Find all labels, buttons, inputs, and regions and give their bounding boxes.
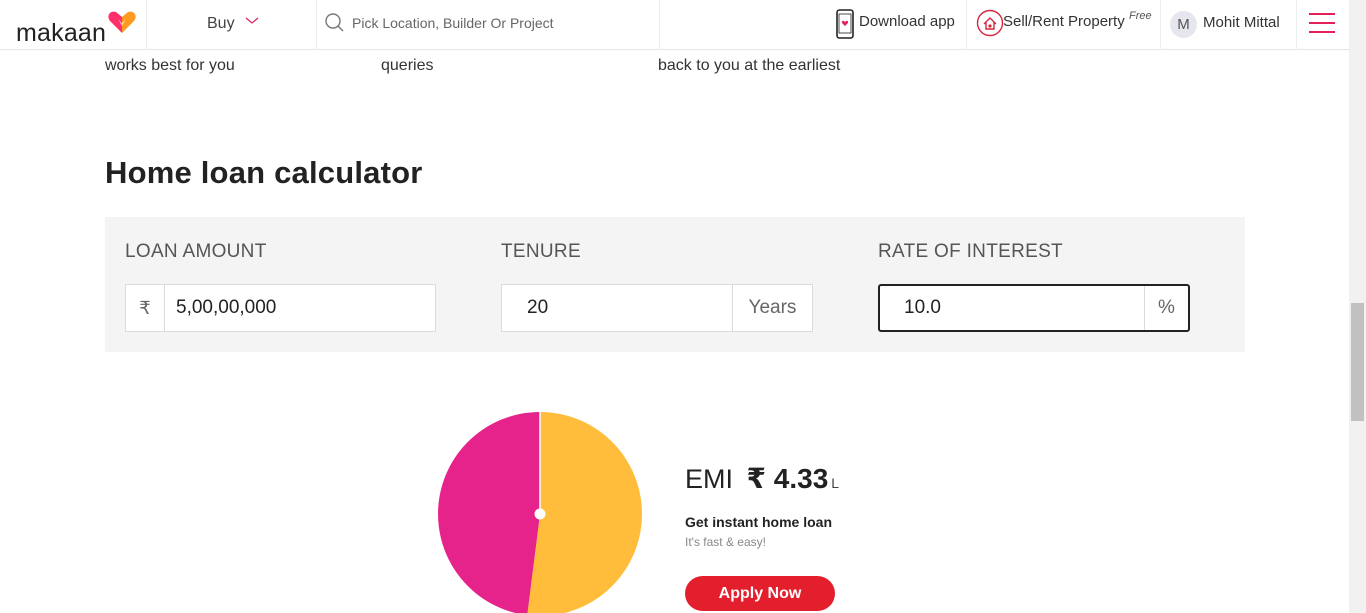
tenure-input[interactable]	[527, 293, 727, 323]
emi-unit: L	[831, 475, 840, 491]
avatar: M	[1170, 11, 1197, 38]
search-icon	[325, 13, 344, 32]
header-divider	[1160, 0, 1161, 50]
search-input[interactable]	[352, 15, 642, 31]
header-divider	[316, 0, 317, 50]
header-divider	[146, 0, 147, 50]
heart-logo-icon	[108, 11, 136, 33]
phone-icon	[836, 9, 854, 39]
pie-center-dot	[534, 508, 546, 520]
makaan-logo[interactable]: makaan	[16, 10, 140, 47]
apply-now-button[interactable]: Apply Now	[685, 576, 835, 611]
buy-dropdown[interactable]: Buy	[207, 15, 235, 33]
sell-rent-label: Sell/Rent Property	[1003, 13, 1125, 30]
sell-rent-property-link[interactable]: Sell/Rent Property Free	[976, 9, 1152, 39]
instant-loan-subtext: It's fast & easy!	[685, 535, 766, 549]
rate-field[interactable]: %	[878, 284, 1190, 332]
header: makaan Buy Downl	[0, 0, 1349, 50]
home-sell-icon	[976, 9, 1004, 37]
principal-slice	[438, 412, 540, 613]
loan-amount-input[interactable]	[176, 293, 426, 323]
loan-amount-label: LOAN AMOUNT	[125, 241, 267, 262]
tenure-unit: Years	[732, 285, 812, 331]
logo-text: makaan	[16, 19, 107, 47]
percent-unit: %	[1144, 286, 1188, 330]
page-scrollbar[interactable]	[1349, 0, 1366, 613]
loan-amount-field[interactable]: ₹	[125, 284, 436, 332]
scrollbar-thumb[interactable]	[1351, 303, 1364, 421]
search-box[interactable]	[325, 13, 645, 37]
emi-currency: ₹	[746, 463, 767, 494]
header-divider	[1296, 0, 1297, 50]
step-text-2: queries	[381, 57, 434, 74]
emi-label: EMI	[685, 464, 734, 494]
page-title: Home loan calculator	[105, 155, 423, 190]
user-name: Mohit Mittal	[1203, 14, 1280, 31]
header-divider	[659, 0, 660, 50]
rate-label: RATE OF INTEREST	[878, 241, 1063, 262]
hamburger-menu-icon[interactable]	[1309, 12, 1335, 36]
header-divider	[966, 0, 967, 50]
rupee-icon: ₹	[126, 285, 165, 331]
free-badge: Free	[1129, 10, 1152, 22]
tenure-label: TENURE	[501, 241, 581, 262]
step-text-1: works best for you	[105, 57, 235, 74]
instant-loan-heading: Get instant home loan	[685, 514, 833, 530]
emi-value: ₹ 4.33	[747, 463, 829, 494]
download-app-label: Download app	[859, 13, 955, 30]
emi-result: EMI ₹ 4.33 L	[685, 462, 839, 495]
tenure-field[interactable]: Years	[501, 284, 813, 332]
emi-amount: 4.33	[773, 463, 829, 494]
rate-input[interactable]	[904, 293, 1134, 323]
download-app-link[interactable]: Download app	[836, 9, 955, 39]
page: works best for you queries back to you a…	[0, 0, 1366, 613]
loan-calculator-panel: LOAN AMOUNT ₹ TENURE Years RATE OF INTER…	[105, 217, 1245, 352]
chevron-down-icon[interactable]	[245, 17, 259, 25]
emi-breakdown-pie	[438, 411, 642, 613]
step-text-3: back to you at the earliest	[658, 57, 841, 74]
